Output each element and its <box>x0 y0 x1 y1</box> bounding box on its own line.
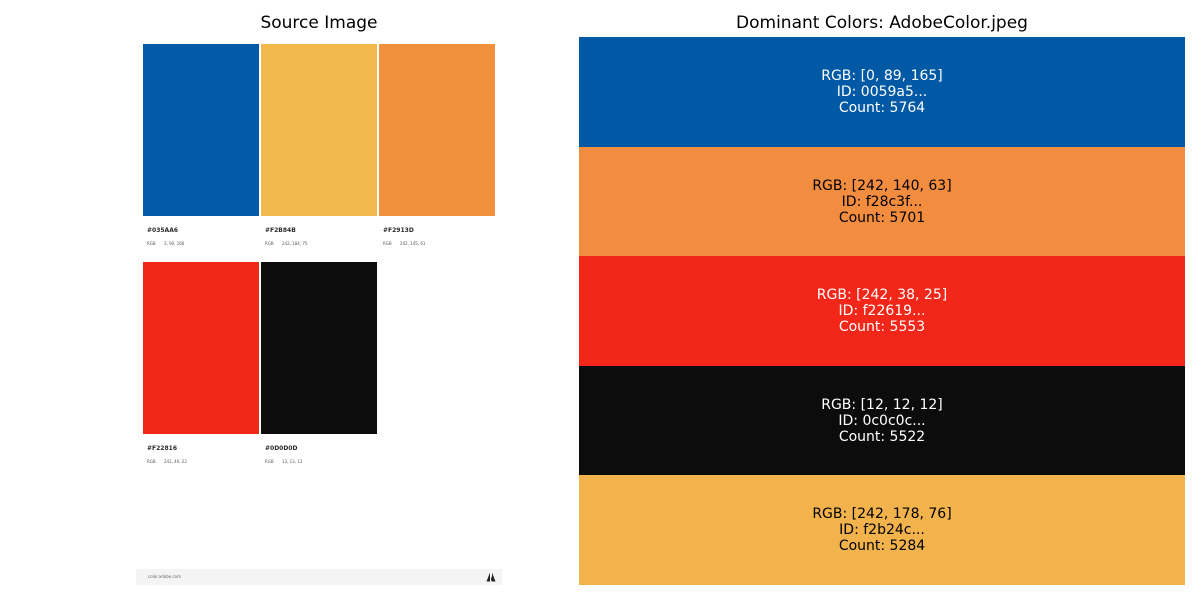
dominant-color-5-id: ID: f2b24c... <box>839 522 925 538</box>
swatch-3-rgb-label: RGB <box>383 241 392 246</box>
dominant-color-3-count: Count: 5553 <box>838 319 926 335</box>
swatch-2-rgb-value: 242, 184, 75 <box>282 241 308 246</box>
swatch-1-hex: #035AA6 <box>147 227 179 234</box>
dominant-color-4-rgb: RGB: [12, 12, 12] <box>821 397 943 413</box>
dominant-color-3: RGB: [242, 38, 25] ID: f22619... Count: … <box>579 256 1185 366</box>
dominant-colors-title: Dominant Colors: AdobeColor.jpeg <box>736 13 1028 33</box>
dominant-color-1: RGB: [0, 89, 165] ID: 0059a5... Count: 5… <box>579 37 1185 147</box>
dominant-color-5-rgb: RGB: [242, 178, 76] <box>812 506 952 522</box>
source-image-title: Source Image <box>260 13 378 33</box>
swatch-2-rgb-label: RGB <box>265 241 274 246</box>
dominant-color-1-id: ID: 0059a5... <box>836 84 928 100</box>
dominant-colors-list: RGB: [0, 89, 165] ID: 0059a5... Count: 5… <box>579 37 1185 585</box>
dominant-color-1-count: Count: 5764 <box>838 100 926 116</box>
swatch-5-rgb-label: RGB <box>265 459 274 464</box>
swatch-4-hex: #F22816 <box>147 445 177 452</box>
swatch-2 <box>261 44 377 216</box>
swatch-5 <box>261 262 377 434</box>
swatch-1-rgb-label: RGB <box>147 241 156 246</box>
swatch-3-rgb-value: 242, 145, 61 <box>400 241 426 246</box>
adobe-logo-icon <box>486 572 496 582</box>
dominant-color-2-rgb: RGB: [242, 140, 63] <box>812 178 952 194</box>
dominant-color-2-count: Count: 5701 <box>838 210 926 226</box>
swatch-1-rgb-value: 3, 90, 166 <box>164 241 185 246</box>
dominant-color-4-count: Count: 5522 <box>838 429 926 445</box>
dominant-color-3-rgb: RGB: [242, 38, 25] <box>816 287 948 303</box>
swatch-4 <box>143 262 259 434</box>
source-footer: color.adobe.com <box>136 569 502 585</box>
swatch-3-hex: #F2913D <box>383 227 414 234</box>
swatch-1 <box>143 44 259 216</box>
footer-url: color.adobe.com <box>148 574 182 579</box>
dominant-color-2-id: ID: f28c3f... <box>841 194 923 210</box>
swatch-5-hex: #0D0D0D <box>265 445 298 452</box>
dominant-color-5: RGB: [242, 178, 76] ID: f2b24c... Count:… <box>579 475 1185 585</box>
swatch-5-rgb-value: 13, 13, 13 <box>282 459 303 464</box>
swatch-3 <box>379 44 495 216</box>
dominant-color-2: RGB: [242, 140, 63] ID: f28c3f... Count:… <box>579 147 1185 257</box>
dominant-color-4: RGB: [12, 12, 12] ID: 0c0c0c... Count: 5… <box>579 366 1185 476</box>
swatch-4-rgb-label: RGB <box>147 459 156 464</box>
dominant-color-3-id: ID: f22619... <box>838 303 926 319</box>
source-image: #035AA6 RGB 3, 90, 166 #F2B84B RGB 242, … <box>136 37 502 585</box>
dominant-color-5-count: Count: 5284 <box>838 538 926 554</box>
dominant-color-1-rgb: RGB: [0, 89, 165] <box>821 68 943 84</box>
swatch-2-hex: #F2B84B <box>265 227 296 234</box>
dominant-color-4-id: ID: 0c0c0c... <box>838 413 926 429</box>
swatch-4-rgb-value: 242, 40, 22 <box>164 459 187 464</box>
